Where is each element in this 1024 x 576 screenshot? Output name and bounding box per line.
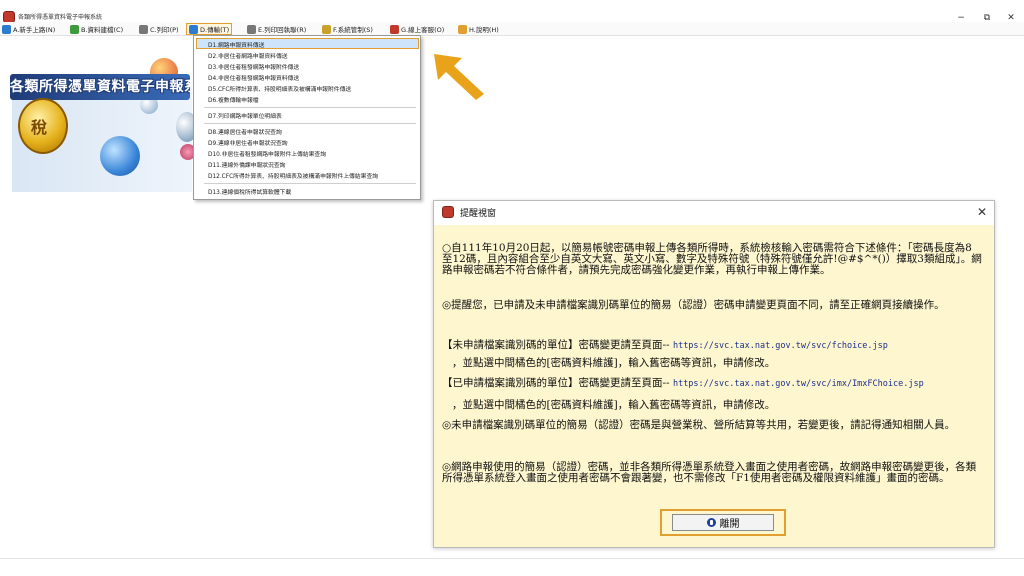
dialog-title: 提醒視窗 (460, 209, 497, 219)
dialog-body: ○自111年10月20日起，以簡易帳號密碼申報上傳各類所得時，系統檢核輸入密碼需… (434, 225, 994, 547)
status-area (0, 558, 1024, 576)
window-title: 各類所得憑單資料電子申報系統 (18, 14, 103, 21)
exit-button-highlight: 離開 (660, 509, 786, 536)
dropdown-item-d11[interactable]: D11.連線外僑課申報狀況查詢 (208, 160, 285, 169)
notice-label: 【未申請檔案識別碼的單位】密碼變更請至頁面-- (442, 339, 670, 351)
dropdown-item-d7[interactable]: D7.列印網路申報單位明細表 (208, 111, 282, 120)
globe-icon (100, 136, 140, 176)
pointer-arrow-icon (434, 54, 484, 100)
transfer-dropdown-menu: D1.網路申報資料傳送 D2.非居住者網路申報資料傳送 D3.非居住者租發網路申… (193, 35, 421, 200)
dropdown-item-d8[interactable]: D8.連線居住者申報狀況查詢 (208, 127, 282, 136)
dropdown-separator (204, 123, 416, 124)
menu-item-print[interactable]: C.列印(P) (137, 23, 181, 35)
menu-item-system-control[interactable]: F.系統管制(S) (320, 23, 375, 35)
menu-item-label: H.說明(H) (469, 26, 499, 34)
app-icon (442, 206, 454, 218)
menu-item-label: F.系統管制(S) (333, 26, 373, 34)
coin-character: 稅 (31, 118, 48, 137)
dropdown-separator (204, 183, 416, 184)
notice-label: 【已申請檔案識別碼的單位】密碼變更請至頁面-- (442, 377, 670, 389)
compass-icon (2, 24, 11, 34)
menu-item-data-entry[interactable]: B.資料建檔(C) (68, 23, 125, 35)
menu-item-online-service[interactable]: G.線上客服(O) (388, 23, 446, 35)
dialog-titlebar (434, 201, 994, 223)
dropdown-item-d2[interactable]: D2.非居住者網路申報資料傳送 (208, 51, 288, 60)
notice-paragraph: ◎未申請檔案識別碼單位的簡易（認證）密碼是與營業稅、營所結算等共用，若變更後，請… (442, 419, 956, 431)
password-change-link[interactable]: https://svc.tax.nat.gov.tw/svc/fchoice.j… (673, 341, 888, 351)
banner-title: 各類所得憑單資料電子申報系 (10, 79, 190, 95)
menu-item-label: B.資料建檔(C) (81, 26, 124, 34)
help-icon (458, 24, 467, 34)
notice-paragraph: ◎網路申報使用的簡易（認證）密碼，並非各類所得憑單系統登入畫面之使用者密碼，故網… (442, 461, 977, 484)
transfer-icon (189, 24, 198, 34)
gear-icon (322, 24, 331, 34)
exit-button-label: 離開 (719, 519, 740, 530)
dialog-close-button[interactable]: ✕ (974, 204, 990, 220)
notice-line: ，並點選中間橘色的[密碼資料維護]，輸入舊密碼等資訊，申請修改。 (452, 399, 776, 411)
notice-line: 【已申請檔案識別碼的單位】密碼變更請至頁面-- https://svc.tax.… (442, 378, 982, 390)
reminder-dialog: 提醒視窗 ✕ ○自111年10月20日起，以簡易帳號密碼申報上傳各類所得時，系統… (433, 200, 995, 548)
exit-icon (706, 518, 716, 527)
dropdown-item-d12[interactable]: D12.CFC所得計算表、持股明細表及被構滿申報附件上傳結果查詢 (208, 171, 378, 180)
notice-line: 【未申請檔案識別碼的單位】密碼變更請至頁面-- https://svc.tax.… (442, 340, 982, 352)
menu-item-label: G.線上客服(O) (401, 26, 445, 34)
exit-button[interactable]: 離開 (672, 514, 774, 531)
menu-item-label: C.列印(P) (150, 26, 179, 34)
menu-item-label: A.新手上路(N) (13, 26, 56, 34)
notice-line: ，並點選中間橘色的[密碼資料維護]，輸入舊密碼等資訊，申請修改。 (452, 357, 776, 369)
menu-item-help[interactable]: H.說明(H) (456, 23, 501, 35)
edit-icon (70, 24, 79, 34)
dropdown-item-d13[interactable]: D13.連線個稅所得試算軟體下載 (208, 187, 291, 196)
dropdown-item-d4[interactable]: D4.非居住者租發網路申報資料傳送 (208, 73, 299, 82)
notice-paragraph: ◎提醒您，已申請及未申請檔案識別碼單位的簡易（認證）密碼申請變更頁面不同，請至正… (442, 299, 945, 311)
password-change-link[interactable]: https://svc.tax.nat.gov.tw/svc/imx/ImxFC… (673, 379, 924, 389)
dropdown-item-d5[interactable]: D5.CFC所得計算表、持股明細表及被構滿申報附件傳送 (208, 84, 351, 93)
dropdown-item-d6[interactable]: D6.複數傳輸申報檔 (208, 95, 259, 104)
menu-item-getting-started[interactable]: A.新手上路(N) (0, 23, 57, 35)
dropdown-separator (204, 107, 416, 108)
dropdown-item-d9[interactable]: D9.連線非居住者申報狀況查詢 (208, 138, 288, 147)
dropdown-item-d1[interactable]: D1.網路申報資料傳送 (208, 40, 264, 49)
dropdown-item-d10[interactable]: D10.非居住者租發網路申報附件上傳結果查詢 (208, 149, 326, 158)
menu-item-transfer[interactable]: D.傳輸(T) (186, 23, 233, 35)
dropdown-item-d3[interactable]: D3.非居住者租發網路申報附件傳送 (208, 62, 299, 71)
person-icon (390, 24, 399, 34)
menu-item-label: E.列印回執聯(R) (258, 26, 307, 34)
printer-icon (139, 24, 148, 34)
menu-item-label: D.傳輸(T) (200, 26, 230, 34)
notice-paragraph: ○自111年10月20日起，以簡易帳號密碼申報上傳各類所得時，系統檢核輸入密碼需… (442, 242, 982, 276)
receipt-icon (247, 24, 256, 34)
menu-item-print-receipt[interactable]: E.列印回執聯(R) (245, 23, 308, 35)
